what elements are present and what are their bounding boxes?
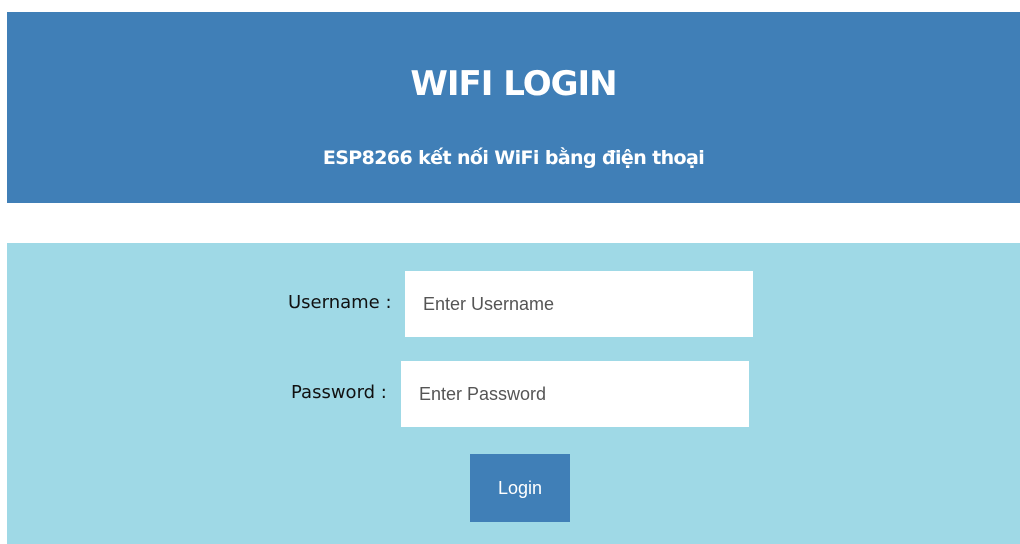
password-input[interactable]	[401, 361, 749, 427]
login-button[interactable]: Login	[470, 454, 570, 522]
page-header: WIFI LOGIN ESP8266 kết nối WiFi bằng điệ…	[7, 12, 1020, 203]
username-label: Username :	[288, 292, 392, 313]
username-input[interactable]	[405, 271, 753, 337]
password-label: Password :	[291, 382, 387, 403]
login-form: Username : Password : Login	[7, 243, 1020, 544]
page-title: WIFI LOGIN	[410, 64, 617, 104]
page-subtitle: ESP8266 kết nối WiFi bằng điện thoại	[322, 147, 705, 169]
